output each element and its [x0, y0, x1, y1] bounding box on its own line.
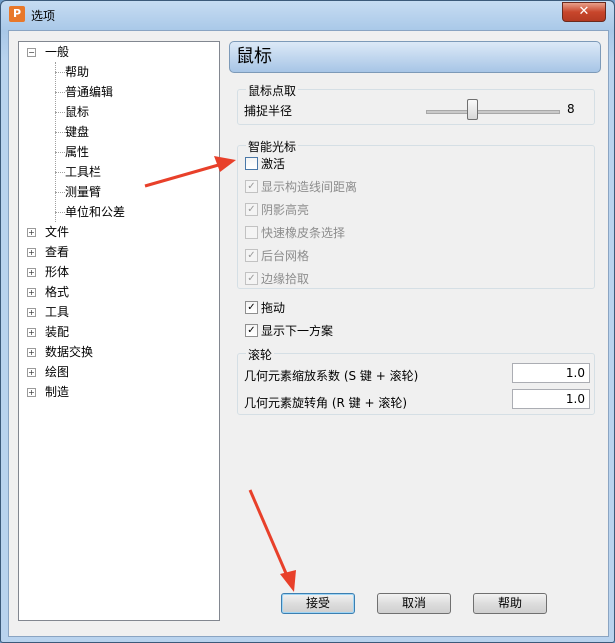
tree-item-properties[interactable]: 属性: [55, 142, 90, 162]
zoom-factor-label: 几何元素缩放系数 (S 键 + 滚轮): [244, 369, 419, 383]
expand-icon[interactable]: +: [27, 228, 36, 237]
tree-item-label: 装配: [45, 325, 70, 339]
tree-connector: [55, 132, 65, 133]
tree-item-edit[interactable]: 普通编辑: [55, 82, 114, 102]
option-label: 后台网格: [261, 249, 310, 263]
tree-item-measuring-arm[interactable]: 测量臂: [55, 182, 102, 202]
help-button[interactable]: 帮助: [473, 593, 547, 614]
options-dialog: P 选项 ✕ − 一般 帮助 普通编辑 鼠标 键盘 属性 工具栏 测量臂 单位和…: [0, 0, 615, 643]
mouse-pick-group: 鼠标点取 捕捉半径 8: [237, 82, 595, 125]
option-label: 快速橡皮条选择: [261, 226, 346, 240]
show-next-checkbox[interactable]: ✓: [245, 324, 258, 337]
expand-icon[interactable]: +: [27, 288, 36, 297]
activate-label[interactable]: 激活: [261, 155, 285, 172]
edge-pick-checkbox[interactable]: ✓: [245, 272, 258, 285]
snap-radius-label: 捕捉半径: [244, 104, 293, 118]
tree-item-label: 格式: [45, 285, 70, 299]
tree-connector: [55, 72, 65, 73]
tree-item-label: 测量臂: [65, 185, 102, 199]
tree-connector: [55, 192, 65, 193]
tree-connector: [55, 172, 65, 173]
window-title: 选项: [31, 9, 56, 23]
option-label: 阴影高亮: [261, 203, 310, 217]
snap-radius-slider-thumb[interactable]: [467, 99, 478, 120]
tree-item-mouse[interactable]: 鼠标: [55, 102, 90, 122]
activate-checkbox[interactable]: [245, 157, 258, 170]
app-logo-icon: P: [9, 6, 25, 22]
tree-item-label: 单位和公差: [65, 205, 126, 219]
option-label: 显示构造线间距离: [261, 180, 358, 194]
tree-connector: [55, 92, 65, 93]
drag-checkbox[interactable]: ✓: [245, 301, 258, 314]
cancel-button[interactable]: 取消: [377, 593, 451, 614]
snap-radius-value: 8: [567, 102, 575, 116]
panel-title: 鼠标: [229, 41, 601, 73]
expand-icon[interactable]: +: [27, 268, 36, 277]
options-tree[interactable]: − 一般 帮助 普通编辑 鼠标 键盘 属性 工具栏 测量臂 单位和公差 + 文件 …: [18, 41, 220, 621]
tree-item-label: 工具栏: [65, 165, 102, 179]
tree-connector: [55, 152, 65, 153]
tree-item-label: 绘图: [45, 365, 70, 379]
smart-cursor-group: 智能光标 激活 ✓ 显示构造线间距离 ✓ 阴影高亮 快速橡皮条选择 ✓ 后台网格…: [237, 138, 595, 289]
expand-icon[interactable]: +: [27, 328, 36, 337]
background-grid-checkbox[interactable]: ✓: [245, 249, 258, 262]
group-title: 智能光标: [246, 138, 299, 155]
construction-distance-checkbox[interactable]: ✓: [245, 180, 258, 193]
expand-icon[interactable]: +: [27, 348, 36, 357]
snap-radius-slider-track[interactable]: [426, 110, 560, 114]
rubberband-select-checkbox[interactable]: [245, 226, 258, 239]
group-title: 鼠标点取: [246, 82, 299, 99]
tree-connector: [55, 212, 65, 213]
shadow-highlight-checkbox[interactable]: ✓: [245, 203, 258, 216]
tree-item-label: 数据交换: [45, 345, 94, 359]
tree-item-label: 工具: [45, 305, 70, 319]
close-button[interactable]: ✕: [562, 2, 606, 22]
title-bar[interactable]: P 选项 ✕: [1, 1, 614, 29]
collapse-icon[interactable]: −: [27, 48, 36, 57]
show-next-label[interactable]: 显示下一方案: [261, 322, 333, 339]
rotate-angle-input[interactable]: 1.0: [512, 389, 590, 409]
expand-icon[interactable]: +: [27, 368, 36, 377]
tree-item-label: 一般: [45, 45, 70, 59]
tree-connector: [55, 112, 65, 113]
tree-item-label: 普通编辑: [65, 85, 114, 99]
tree-item-label: 制造: [45, 385, 70, 399]
tree-item-label: 文件: [45, 225, 70, 239]
tree-connector: [55, 62, 56, 222]
tree-item-label: 查看: [45, 245, 70, 259]
expand-icon[interactable]: +: [27, 308, 36, 317]
tree-item-toolbar[interactable]: 工具栏: [55, 162, 102, 182]
tree-item-help[interactable]: 帮助: [55, 62, 90, 82]
dialog-body: − 一般 帮助 普通编辑 鼠标 键盘 属性 工具栏 测量臂 单位和公差 + 文件 …: [8, 30, 609, 637]
tree-item-label: 属性: [65, 145, 90, 159]
drag-label[interactable]: 拖动: [261, 299, 285, 316]
tree-item-label: 鼠标: [65, 105, 90, 119]
tree-item-label: 键盘: [65, 125, 90, 139]
expand-icon[interactable]: +: [27, 248, 36, 257]
zoom-factor-input[interactable]: 1.0: [512, 363, 590, 383]
option-label: 边缘拾取: [261, 272, 310, 286]
group-title: 滚轮: [246, 346, 275, 363]
expand-icon[interactable]: +: [27, 388, 36, 397]
tree-item-units[interactable]: 单位和公差: [55, 202, 126, 222]
tree-item-label: 形体: [45, 265, 70, 279]
tree-item-keyboard[interactable]: 键盘: [55, 122, 90, 142]
tree-item-label: 帮助: [65, 65, 90, 79]
accept-button[interactable]: 接受: [281, 593, 355, 614]
rotate-angle-label: 几何元素旋转角 (R 键 + 滚轮): [244, 396, 408, 410]
wheel-group: 滚轮 几何元素缩放系数 (S 键 + 滚轮) 1.0 几何元素旋转角 (R 键 …: [237, 346, 595, 415]
